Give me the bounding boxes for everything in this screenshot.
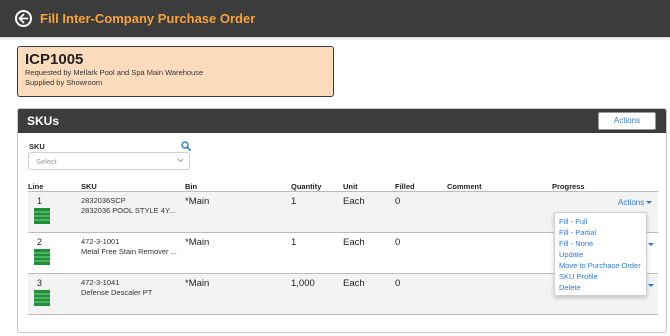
column-header-progress: Progress [552,182,585,191]
page-title: Fill Inter-Company Purchase Order [40,11,256,26]
row-sku-description: Defense Descaler PT [81,288,153,297]
column-header-unit: Unit [343,182,358,191]
row-line-number: 2 [37,237,43,247]
sku-select-placeholder: Select [36,157,57,166]
row-actions-menu: Fill - Full Fill - Partial Fill - None U… [554,212,647,296]
row-sku-description: Metal Free Stain Remover ... [81,247,177,256]
column-header-quantity: Quantity [291,182,322,191]
row-unit: Each [343,278,365,289]
row-bin: *Main [185,278,210,289]
row-sku-code: 472-3-1041 [81,278,120,287]
chevron-down-icon [177,158,184,163]
column-header-sku: SKU [81,182,97,191]
row-divider [28,314,658,315]
menu-item-fill-none[interactable]: Fill - None [555,238,646,249]
row-quantity: 1,000 [291,278,315,289]
row-actions-caret-icon[interactable] [648,243,654,246]
row-line-number: 1 [37,196,43,206]
order-id: ICP1005 [25,51,84,68]
row-filled: 0 [395,237,401,248]
order-supplied-by: Supplied by Showroom [25,78,103,87]
row-filled: 0 [395,278,401,289]
order-summary-card: ICP1005 Requested by Mellark Pool and Sp… [17,46,334,97]
menu-item-move-to-purchase-order[interactable]: Move to Purchase Order [555,260,646,271]
search-icon[interactable] [181,141,191,151]
back-arrow-circle-icon[interactable] [15,10,32,27]
row-unit: Each [343,196,365,207]
row-sku-description: 2832036 POOL STYLE 4Y... [81,206,176,215]
row-bin: *Main [185,196,210,207]
column-header-line: Line [28,182,44,191]
row-quantity: 1 [291,237,297,248]
row-actions-label: Actions [618,198,645,207]
panel-actions-button[interactable]: Actions [598,112,656,130]
row-quantity: 1 [291,196,297,207]
row-sku-code: 472-3-1001 [81,237,120,246]
row-actions-caret-icon[interactable] [648,284,654,287]
caret-down-icon [646,201,653,205]
skus-panel-title: SKUs [27,114,60,128]
pallet-icon [34,290,50,306]
row-unit: Each [343,237,365,248]
row-bin: *Main [185,237,210,248]
column-header-comment: Comment [447,182,482,191]
row-line-number: 3 [37,278,43,288]
column-header-bin: Bin [185,182,198,191]
skus-panel-header: SKUs Actions [18,109,666,133]
top-bar: Fill Inter-Company Purchase Order [0,0,670,37]
menu-item-delete[interactable]: Delete [555,282,646,293]
menu-item-sku-profile[interactable]: SKU Profile [555,271,646,282]
sku-select[interactable]: Select [28,152,190,170]
order-requested-by: Requested by Mellark Pool and Spa Main W… [25,68,204,77]
column-header-filled: Filled [395,182,415,191]
sku-filter-label: SKU [29,142,45,151]
topbar-divider [0,37,670,40]
row-actions-button[interactable]: Actions [618,198,653,207]
pallet-icon [34,208,50,224]
row-sku-code: 2832036SCP [81,196,126,205]
pallet-icon [34,249,50,265]
menu-item-fill-full[interactable]: Fill - Full [555,216,646,227]
row-filled: 0 [395,196,401,207]
menu-item-fill-partial[interactable]: Fill - Partial [555,227,646,238]
menu-item-update[interactable]: Update [555,249,646,260]
